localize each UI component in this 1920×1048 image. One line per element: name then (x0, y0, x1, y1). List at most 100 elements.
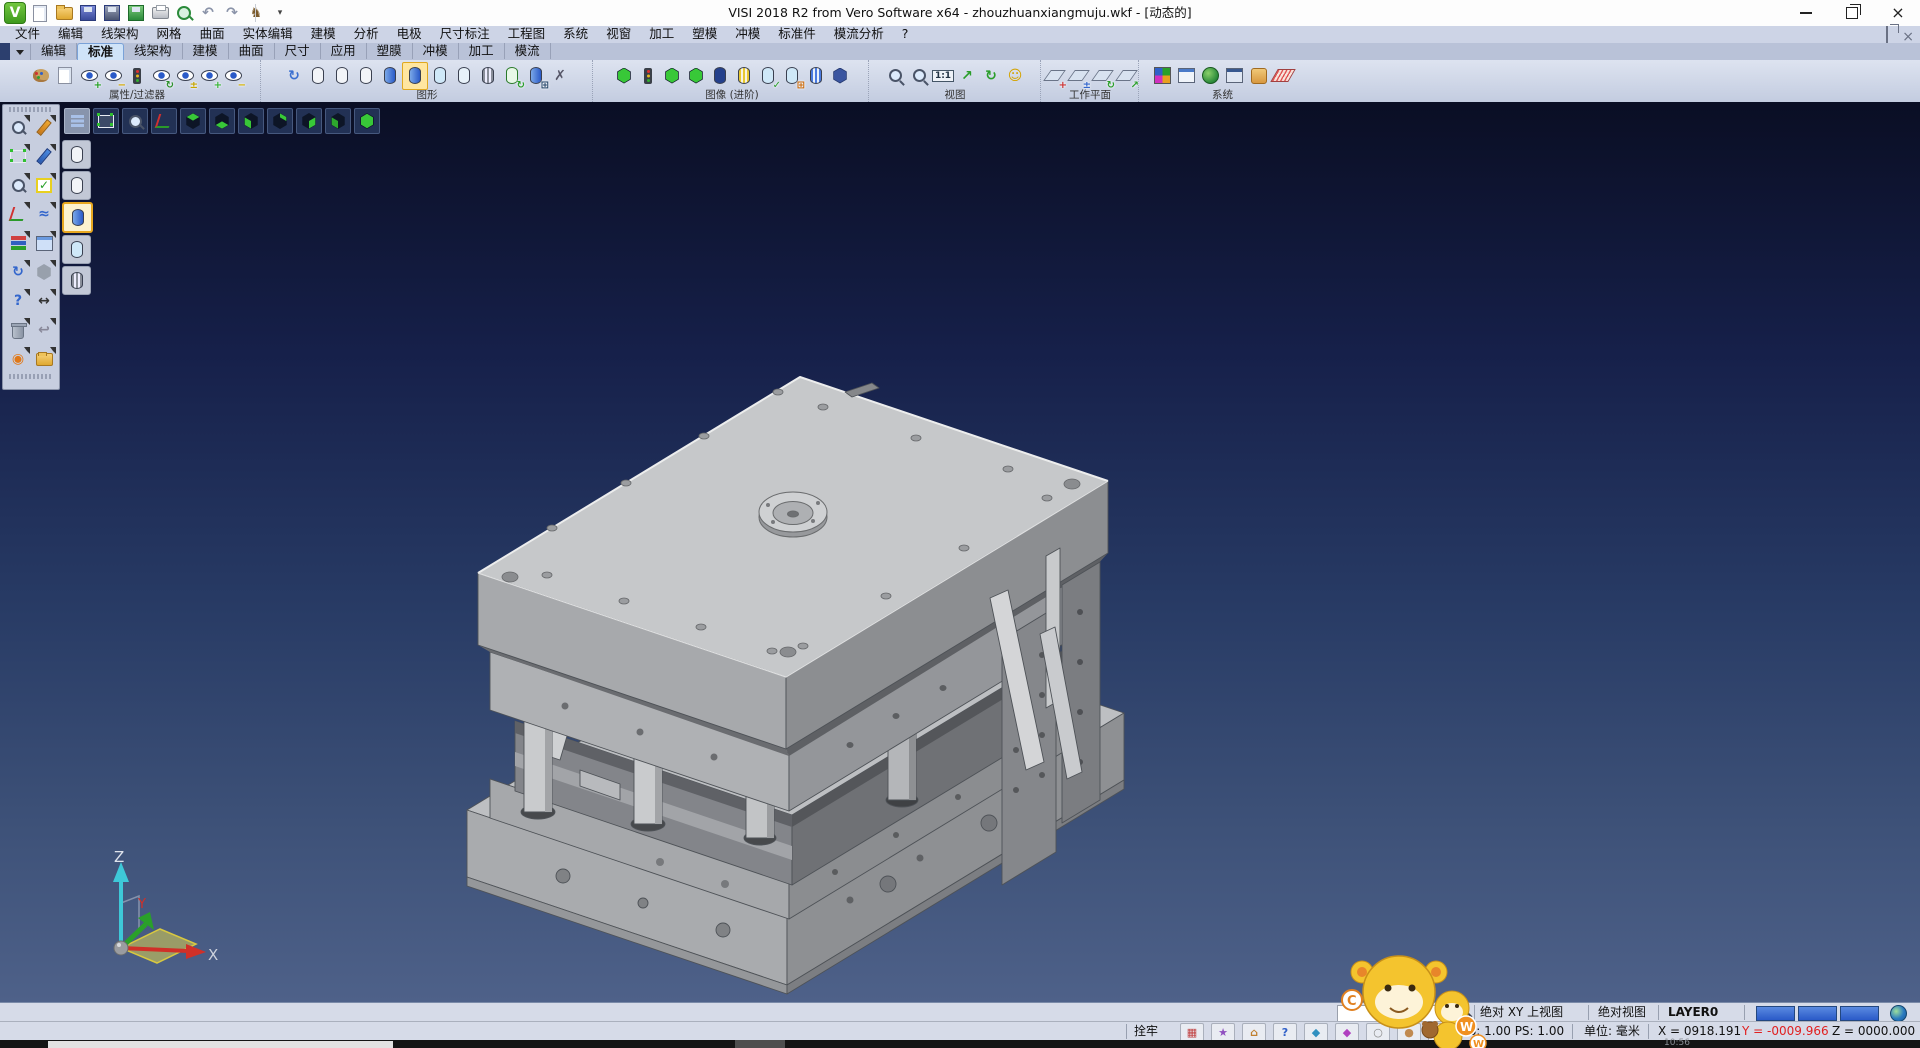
dashed-hidden-cylinder-icon[interactable] (354, 63, 378, 89)
render-settings-icon[interactable] (548, 63, 572, 89)
print-icon[interactable] (150, 3, 170, 23)
tab[interactable]: 线架构 (124, 43, 183, 59)
tab[interactable]: 应用 (321, 43, 367, 59)
open-file-icon[interactable] (54, 3, 74, 23)
lock-toggle[interactable]: 拴牢 (1134, 1022, 1158, 1041)
menu-item[interactable]: 加工 (640, 26, 683, 42)
menu-item[interactable]: 建模 (302, 26, 345, 42)
zoom-in-out-icon[interactable] (883, 63, 907, 89)
tab[interactable]: 冲模 (413, 43, 459, 59)
redo-icon[interactable] (222, 3, 242, 23)
units-field[interactable]: 单位: 毫米 (1584, 1022, 1640, 1041)
add-image-cubes-icon[interactable] (612, 63, 636, 89)
shaded-edges-cylinder-icon[interactable] (402, 62, 428, 90)
menu-item[interactable]: 电极 (388, 26, 431, 42)
child-close-button[interactable]: × (1902, 31, 1914, 43)
visibility-plusminus-icon[interactable] (173, 63, 197, 89)
hidden-line-cylinder-icon[interactable] (330, 63, 354, 89)
zoom-scale-1to1-icon[interactable] (931, 63, 955, 89)
save-all-icon[interactable] (126, 3, 146, 23)
visibility-show-icon[interactable] (77, 63, 101, 89)
menu-item[interactable]: 塑模 (683, 26, 726, 42)
restore-button[interactable] (1830, 0, 1874, 26)
snap-settings-icon[interactable] (1247, 63, 1271, 89)
visibility-minus-icon[interactable] (221, 63, 245, 89)
macro-icon[interactable] (246, 3, 266, 23)
workplane-create-icon[interactable] (1042, 63, 1066, 89)
validate-cylinder-icon[interactable] (756, 63, 780, 89)
pan-arrow-icon[interactable] (955, 63, 979, 89)
close-button[interactable]: × (1876, 0, 1920, 26)
color-palette-grid-icon[interactable] (1151, 63, 1175, 89)
absolute-view-field[interactable]: 绝对视图 (1598, 1003, 1646, 1022)
rotate-view-icon[interactable] (979, 63, 1003, 89)
save-icon[interactable] (78, 3, 98, 23)
menu-item[interactable]: 曲面 (191, 26, 234, 42)
minimize-button[interactable] (1784, 0, 1828, 26)
solid-cylinder-icon[interactable] (708, 63, 732, 89)
tab[interactable]: 曲面 (229, 43, 275, 59)
filter-traffic-light-icon[interactable] (125, 63, 149, 89)
display-settings-icon[interactable] (1175, 63, 1199, 89)
print-preview-icon[interactable] (174, 3, 194, 23)
menu-item[interactable]: 工程图 (499, 26, 555, 42)
menu-item[interactable]: 系统 (554, 26, 597, 42)
layer-field[interactable]: LAYER0 (1668, 1003, 1718, 1022)
mesh-cylinder-icon[interactable] (804, 63, 828, 89)
grid-settings-icon[interactable] (1271, 63, 1295, 89)
customize-toolbar-arrow[interactable] (270, 3, 290, 23)
visibility-plus-icon[interactable] (197, 63, 221, 89)
menu-item[interactable]: ? (893, 26, 918, 42)
menu-item[interactable]: 冲模 (726, 26, 769, 42)
menu-item[interactable]: 线架构 (92, 26, 148, 42)
tab[interactable]: 加工 (459, 43, 505, 59)
graphics-viewport[interactable]: Z Y X (0, 102, 1920, 1002)
transparent-cylinder-icon[interactable] (428, 63, 452, 89)
visibility-hide-icon[interactable] (101, 63, 125, 89)
ghost-cylinder-icon[interactable] (452, 63, 476, 89)
workplane-edit-icon[interactable] (1066, 63, 1090, 89)
menu-item[interactable]: 文件 (6, 26, 49, 42)
copy-view-cylinder-icon[interactable] (524, 63, 548, 89)
zoom-selected-icon[interactable] (907, 63, 931, 89)
menu-item[interactable]: 标准件 (769, 26, 825, 42)
globe-icon[interactable] (1890, 1005, 1907, 1022)
solid-cube-icon[interactable] (828, 63, 852, 89)
tab[interactable]: 塑膜 (367, 43, 413, 59)
system-options-icon[interactable] (1199, 63, 1223, 89)
tab[interactable]: 尺寸 (275, 43, 321, 59)
image-refresh-cubes-icon[interactable] (660, 63, 684, 89)
tab[interactable]: 标准 (77, 43, 124, 60)
banded-cylinder-icon[interactable] (732, 63, 756, 89)
tab[interactable]: 编辑 (31, 43, 77, 59)
workplane-step-icon[interactable] (1114, 63, 1138, 89)
menu-item[interactable]: 实体编辑 (234, 26, 302, 42)
visi-logo[interactable] (4, 2, 26, 24)
tab[interactable]: 模流 (505, 43, 551, 59)
shaded-cylinder-icon[interactable] (378, 63, 402, 89)
menu-item[interactable]: 网格 (148, 26, 191, 42)
properties-page-icon[interactable] (53, 63, 77, 89)
hatched-cylinder-icon[interactable] (476, 63, 500, 89)
toolbox-panel-icon[interactable] (1223, 63, 1247, 89)
menu-item[interactable]: 编辑 (49, 26, 92, 42)
visibility-refresh-icon[interactable] (149, 63, 173, 89)
menu-item[interactable]: 分析 (345, 26, 388, 42)
tab[interactable]: 建模 (183, 43, 229, 59)
new-file-icon[interactable] (30, 3, 50, 23)
image-filter-traffic-icon[interactable] (636, 63, 660, 89)
workplane-align-icon[interactable] (1090, 63, 1114, 89)
menu-item[interactable]: 模流分析 (825, 26, 893, 42)
properties-palette-icon[interactable] (29, 63, 53, 89)
menu-item[interactable]: 尺寸标注 (431, 26, 499, 42)
taskbar-window-preview[interactable] (48, 1041, 393, 1048)
perspective-eye-icon[interactable] (1003, 63, 1027, 89)
wireframe-cylinder-icon[interactable] (306, 63, 330, 89)
regen-cylinder-icon[interactable] (500, 63, 524, 89)
menu-item[interactable]: 视窗 (597, 26, 640, 42)
save-as-icon[interactable] (102, 3, 122, 23)
copy-cylinder-icon[interactable] (780, 63, 804, 89)
tab-overflow-button[interactable] (10, 44, 31, 60)
redraw-icon[interactable] (282, 63, 306, 89)
undo-icon[interactable] (198, 3, 218, 23)
